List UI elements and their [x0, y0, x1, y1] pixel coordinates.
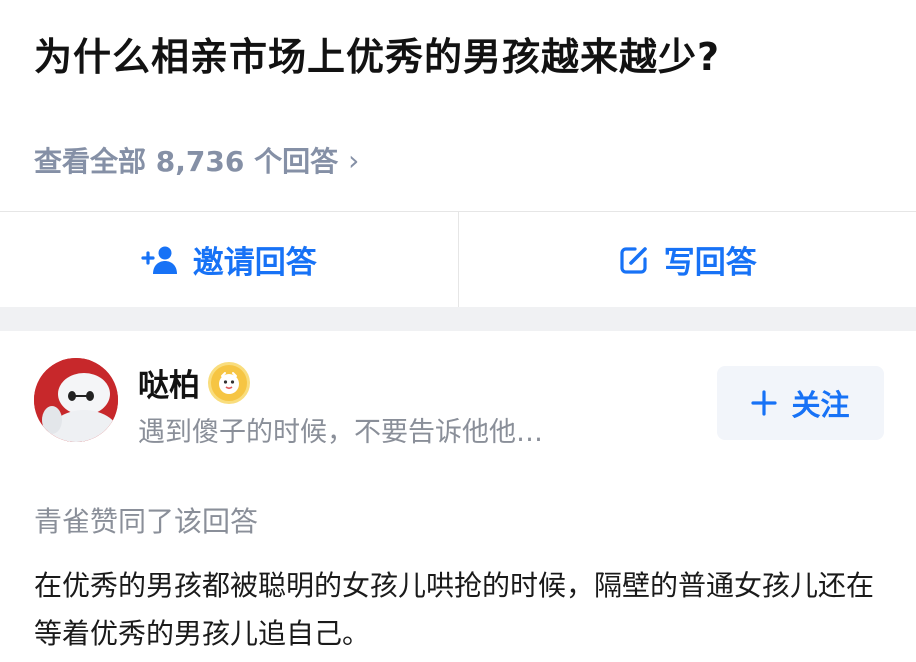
- question-title: 为什么相亲市场上优秀的男孩越来越少?: [34, 35, 721, 79]
- section-divider: [0, 307, 916, 331]
- follow-button[interactable]: 关注: [717, 366, 884, 440]
- view-all-answers-link[interactable]: 查看全部 8,736 个回答 ›: [34, 140, 359, 180]
- creator-badge-icon: [208, 361, 250, 404]
- write-answer-button[interactable]: 写回答: [457, 212, 916, 307]
- edit-icon: [620, 246, 647, 274]
- answer-text[interactable]: 在优秀的男孩都被聪明的女孩儿哄抢的时候，隔壁的普通女孩儿还在等着优秀的男孩儿追自…: [34, 562, 894, 658]
- author-name[interactable]: 哒柏: [138, 360, 200, 405]
- view-all-answers-label: 查看全部 8,736 个回答: [34, 145, 339, 178]
- write-answer-label: 写回答: [663, 245, 757, 281]
- upvoted-by-note: 青雀赞同了该回答: [34, 505, 259, 538]
- author-bio: 遇到傻子的时候，不要告诉他他…: [138, 417, 543, 448]
- chevron-right-icon: ›: [348, 143, 360, 177]
- baymax-avatar-image: [34, 358, 118, 442]
- invite-answer-button[interactable]: 邀请回答: [0, 212, 458, 307]
- follow-label: 关注: [791, 388, 850, 422]
- add-user-icon: [141, 246, 177, 274]
- author-name-row: 哒柏: [138, 360, 250, 405]
- plus-icon: [751, 390, 778, 416]
- author-avatar[interactable]: [34, 358, 118, 442]
- invite-answer-label: 邀请回答: [192, 245, 317, 281]
- answer-action-bar: 邀请回答 写回答: [0, 211, 916, 307]
